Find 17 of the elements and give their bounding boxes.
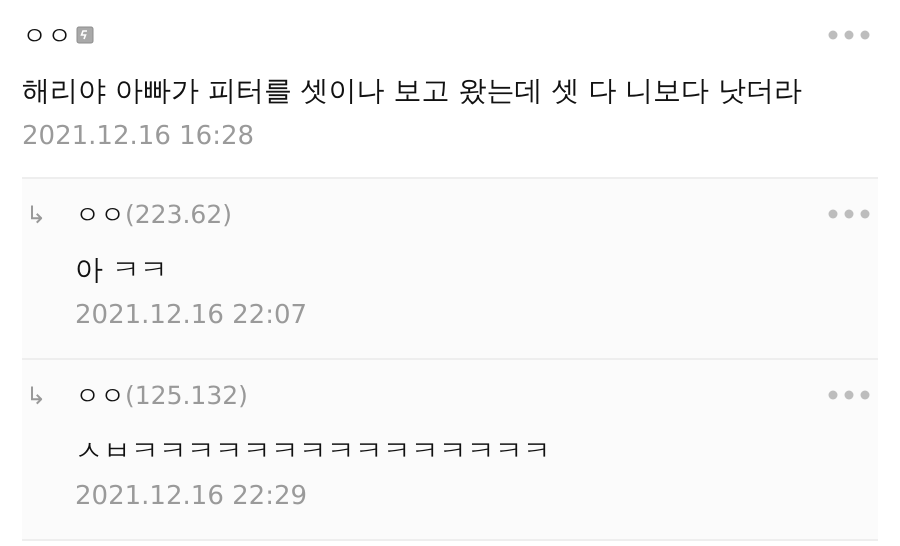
ip-address: (125.132) (125, 380, 248, 410)
reply-arrow: ↳ (25, 201, 48, 231)
author-name[interactable]: ㅇㅇ (75, 198, 125, 230)
reply-arrow: ↳ (25, 382, 48, 412)
more-options-icon[interactable] (828, 390, 870, 400)
comment-date: 2021.12.16 16:28 (22, 120, 256, 153)
comment-text: 아 ㅋㅋ (75, 252, 169, 288)
more-options-icon[interactable] (828, 30, 870, 40)
comment-date: 2021.12.16 22:29 (75, 480, 308, 513)
more-options-icon[interactable] (828, 209, 870, 219)
author-name[interactable]: ㅇㅇ (22, 18, 72, 52)
comment-date: 2021.12.16 22:07 (75, 299, 308, 332)
member-badge-icon (76, 26, 94, 44)
comment-text: ㅅㅂㅋㅋㅋㅋㅋㅋㅋㅋㅋㅋㅋㅋㅋㅋㅋ (75, 433, 552, 469)
comment-text: 해리야 아빠가 피터를 셋이나 보고 왔는데 셋 다 니보다 낫더라 (22, 73, 804, 109)
author-name[interactable]: ㅇㅇ (75, 378, 125, 412)
ip-address: (223.62) (125, 200, 232, 228)
